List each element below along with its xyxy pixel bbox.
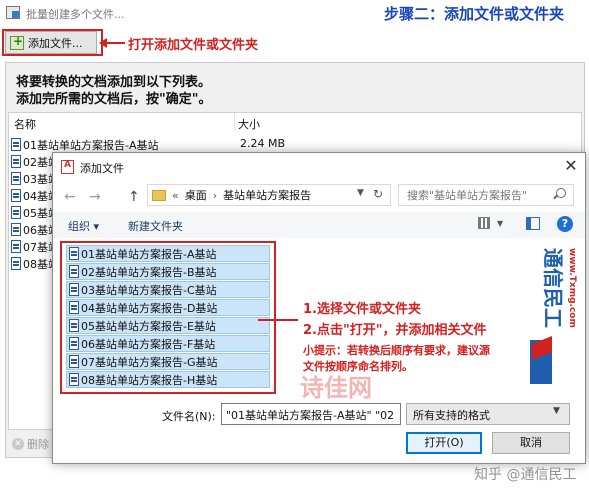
tip-line-1: 小提示：若转换后顺序有要求，建议源 (303, 344, 490, 357)
column-header-size[interactable]: 大小 (238, 116, 260, 132)
column-divider (234, 113, 235, 131)
delete-label: 删除 (27, 438, 49, 451)
word-doc-icon (11, 172, 21, 185)
breadcrumb-separator: › (212, 188, 218, 202)
callout-connector (258, 319, 298, 321)
dialog-titlebar[interactable] (52, 152, 586, 182)
zhihu-watermark: 知乎 @通信民工 (474, 467, 577, 483)
word-doc-icon (11, 257, 21, 270)
breadcrumb-folder[interactable]: 基站单站方案报告 (223, 187, 311, 203)
word-doc-icon (11, 189, 21, 202)
logo-text: 通信民工 (541, 248, 565, 328)
cancel-button[interactable]: 取消 (492, 432, 570, 454)
view-dropdown-icon[interactable]: ▼ (497, 219, 503, 228)
callout-step-1: 1.选择文件或文件夹 (303, 302, 421, 317)
pdf-app-icon (61, 160, 74, 174)
folder-icon (152, 189, 166, 201)
site-watermark: 诗佳网 (300, 374, 372, 402)
open-button[interactable]: 打开(O) (406, 432, 482, 454)
up-arrow-icon[interactable]: ↑ (128, 189, 140, 205)
filename-input[interactable]: "01基站单站方案报告-A基站" "02 (221, 403, 401, 425)
search-icon (556, 188, 566, 198)
callout-arrow-head (99, 38, 107, 48)
table-row[interactable]: 01基站单站方案报告-A基站 (11, 136, 159, 153)
word-doc-icon (11, 240, 21, 253)
column-header-name[interactable]: 名称 (14, 116, 36, 132)
filename-label: 文件名(N): (162, 410, 216, 423)
new-folder-button[interactable]: 新建文件夹 (128, 218, 183, 234)
help-icon[interactable]: ? (557, 216, 573, 232)
view-options-icon[interactable] (478, 217, 490, 229)
row-name: 01基站单站方案报告-A基站 (23, 138, 159, 152)
search-input[interactable]: 搜索"基站单站方案报告" (398, 184, 574, 206)
dialog-title: 添加文件 (80, 162, 124, 175)
organize-button[interactable]: 组织 ▾ (68, 218, 99, 234)
word-doc-icon (11, 206, 21, 219)
app-icon (6, 6, 20, 19)
step-title: 步骤二：添加文件或文件夹 (384, 5, 565, 23)
word-doc-icon (11, 138, 21, 151)
file-type-select[interactable]: 所有支持的格式 (406, 403, 570, 425)
delete-icon: ✕ (12, 438, 24, 450)
logo-url: www.Txmg.com (567, 248, 577, 328)
add-files-callout: 打开添加文件或文件夹 (128, 38, 259, 53)
preview-pane-icon[interactable] (526, 217, 540, 230)
breadcrumb-overflow[interactable]: « (172, 189, 179, 202)
instruction-line-2: 添加完所需的文档后，按"确定"。 (16, 92, 212, 107)
forward-arrow-icon[interactable]: → (89, 189, 101, 205)
add-files-highlight (2, 29, 103, 56)
address-bar[interactable]: « 桌面 › 基站单站方案报告 (147, 184, 391, 206)
refresh-icon[interactable]: ↻ (373, 187, 383, 201)
word-doc-icon (11, 155, 21, 168)
back-arrow-icon[interactable]: ← (64, 189, 76, 205)
callout-step-2: 2.点击"打开"，并添加相关文件 (303, 323, 487, 338)
selection-highlight (60, 241, 276, 394)
chevron-down-icon[interactable]: ▼ (553, 406, 560, 416)
address-dropdown-icon[interactable]: ▼ (357, 188, 364, 198)
breadcrumb-desktop[interactable]: 桌面 (185, 187, 207, 203)
brand-logo: 通信民工 www.Txmg.com (530, 248, 577, 384)
back-window-title: 批量创建多个文件... (26, 8, 125, 21)
row-size: 2.24 MB (240, 137, 286, 150)
word-doc-icon (11, 223, 21, 236)
close-icon[interactable]: ✕ (562, 156, 580, 176)
